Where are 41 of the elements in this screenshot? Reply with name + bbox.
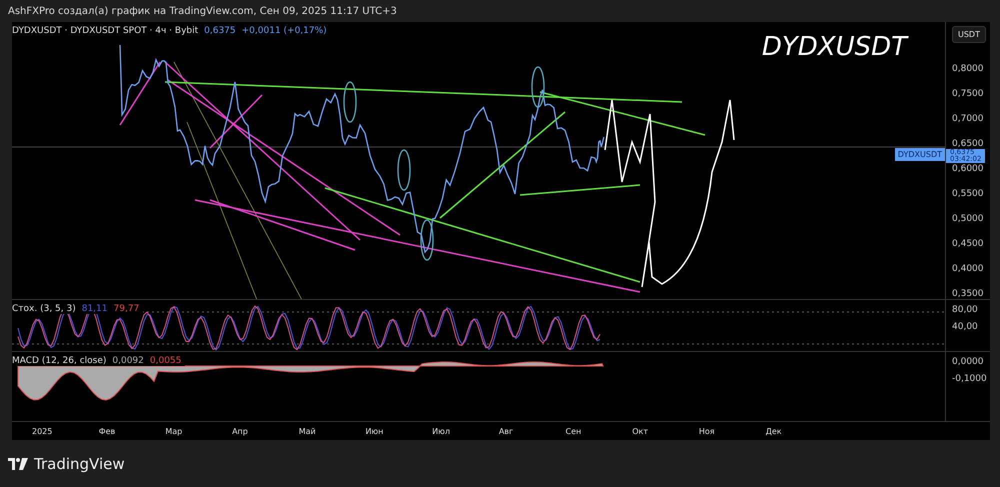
time-axis-label: Июл [432, 426, 451, 436]
macd-axis-label: -0,1000 [952, 375, 987, 384]
price-axis-label: 0,4500 [952, 240, 984, 249]
time-axis-label: Сен [566, 426, 582, 436]
chart-credit-text: AshFXPro создал(а) график на TradingView.com, Сен 09, 2025 11:17 UTC+3 [7, 4, 398, 18]
time-axis-label: Апр [232, 426, 249, 436]
price-axis-label: 0,8000 [952, 65, 984, 74]
time-axis-label: Авг [498, 426, 514, 436]
time-axis-label: Июн [365, 426, 384, 436]
price-axis-label: 0,6000 [952, 165, 984, 174]
time-axis-label: Мар [165, 426, 184, 436]
chart-title: DYDXUSDT [762, 32, 907, 62]
time-axis-label: Дек [766, 426, 783, 436]
price-axis-label: 0,5000 [952, 215, 984, 224]
price-axis-label: 0,6500 [952, 140, 984, 149]
stochastic-axis-label: 40,00 [952, 323, 978, 332]
stochastic-label: Стох. (3, 5, 3) [12, 304, 76, 314]
time-axis-label: Окт [632, 426, 649, 436]
time-axis-label: Ноя [698, 426, 716, 436]
currency-button[interactable]: USDT [952, 26, 986, 43]
stochastic-d-value: 79,77 [114, 304, 140, 314]
stochastic-k-value: 81,11 [82, 304, 108, 314]
time-axis-label: 2025 [32, 426, 54, 436]
brand-name: TradingView [34, 454, 125, 472]
time-axis-label: Май [298, 426, 317, 436]
price-axis-label: 0,5500 [952, 190, 984, 199]
symbol-legend: DYDXUSDT · DYDXUSDT SPOT · 4ч · Bybit [12, 26, 198, 36]
macd-axis-label: 0,0000 [952, 358, 984, 367]
stochastic-axis-label: 80,00 [952, 306, 978, 315]
price-axis-label: 0,4000 [952, 265, 984, 274]
symbol-price-tag: DYDXUSDT [894, 148, 945, 161]
price-change: +0,0011 (+0,17%) [242, 26, 327, 36]
logo-icon [8, 458, 28, 470]
macd-label: MACD (12, 26, close) [12, 356, 106, 366]
price-axis-label: 0,7000 [952, 115, 984, 124]
price-axis-label: 0,7500 [952, 90, 984, 99]
price-axis-label: 0,3500 [952, 290, 984, 299]
last-price: 0,6375 [204, 26, 236, 36]
time-axis-label: Фев [98, 426, 116, 436]
macd-value: 0,0092 [112, 356, 144, 366]
macd-signal-value: 0,0055 [150, 356, 182, 366]
